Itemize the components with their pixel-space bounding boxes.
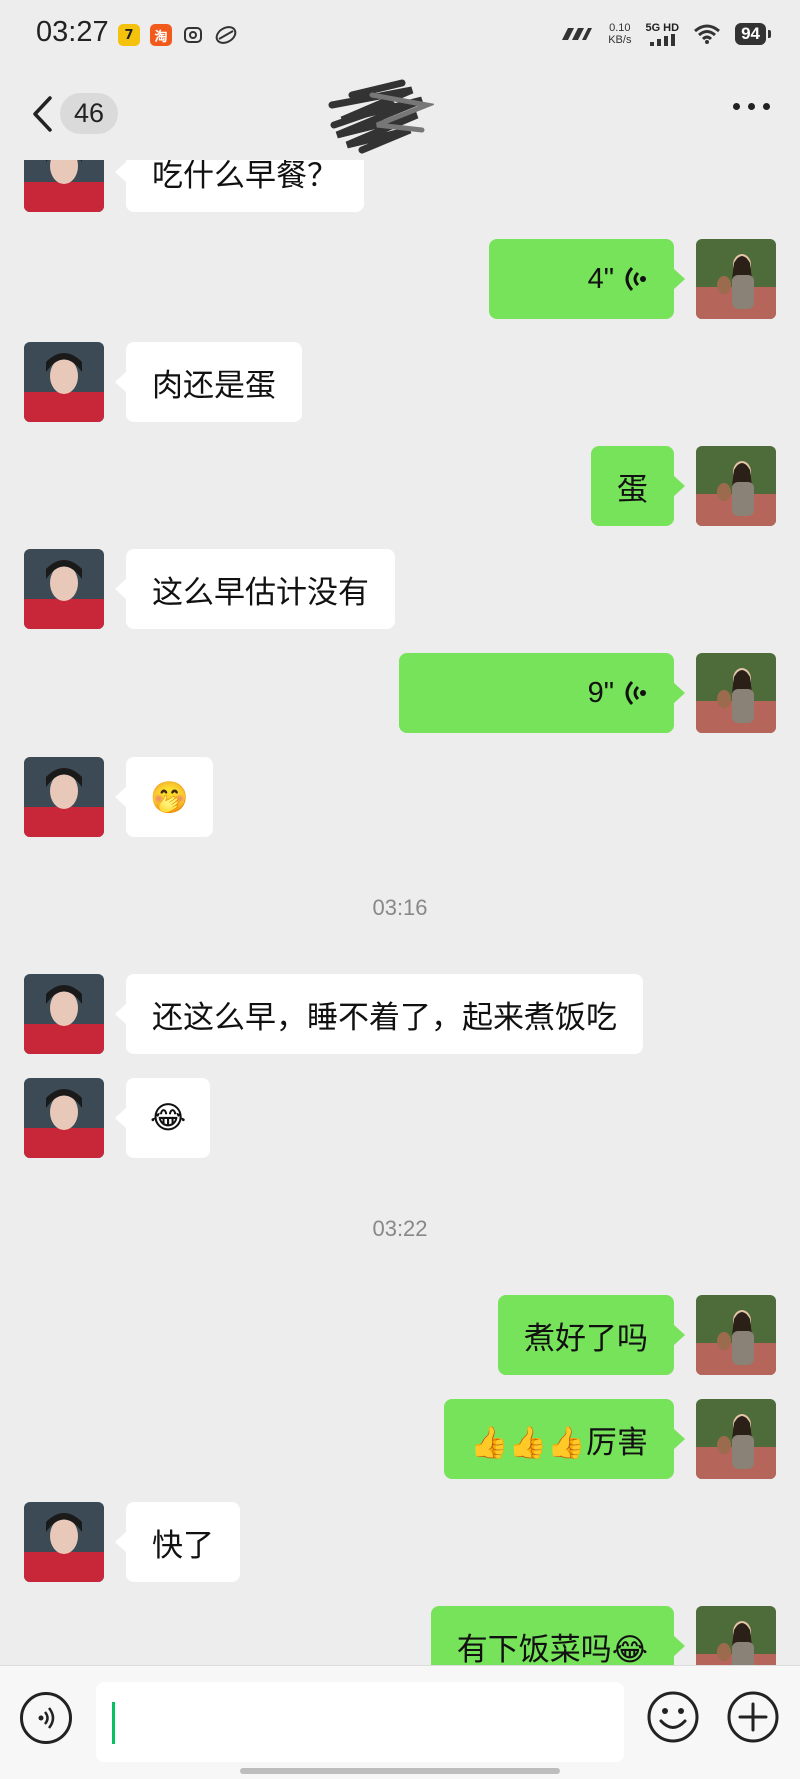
status-bar: 03:27 7 淘 0.10 KB/s 5G HD 94 [0, 0, 800, 75]
voice-wave-icon [625, 680, 646, 706]
voice-message-bubble[interactable]: 9" [399, 653, 685, 733]
message-bubble[interactable]: 蛋 [591, 446, 685, 526]
more-dots-icon [733, 103, 740, 110]
message-emoji: 🤭 [150, 779, 189, 816]
contact-avatar[interactable] [24, 342, 104, 422]
notification-icons: 7 淘 [118, 24, 238, 46]
network-type: 5G HD [645, 22, 680, 34]
message-text: 快了 [152, 1527, 214, 1564]
nfc-icon [562, 28, 593, 40]
message-text: 有下饭菜吗😂 [456, 1631, 648, 1666]
message-text: 这么早估计没有 [152, 574, 369, 611]
contact-avatar[interactable] [24, 549, 104, 629]
my-avatar[interactable] [696, 1295, 776, 1375]
signal-bars-icon [650, 34, 676, 46]
app-notification-icon: 7 [118, 24, 140, 46]
my-avatar[interactable] [696, 1399, 776, 1479]
more-dot [763, 103, 770, 110]
plus-icon[interactable] [726, 1690, 780, 1744]
home-indicator[interactable] [240, 1768, 560, 1774]
my-avatar[interactable] [696, 446, 776, 526]
my-avatar[interactable] [696, 653, 776, 733]
message-text: 蛋 [617, 471, 648, 508]
net-speed-value: 0.10 [609, 22, 631, 34]
voice-input-button[interactable] [20, 1692, 72, 1744]
message-emoji: 😂 [150, 1100, 187, 1136]
contact-avatar[interactable] [24, 974, 104, 1054]
chat-timestamp: 03:16 [372, 895, 428, 920]
text-cursor [112, 1702, 115, 1744]
voice-duration: 4" [587, 262, 614, 295]
voice-wave-icon [625, 266, 646, 292]
message-text-input[interactable] [96, 1682, 624, 1762]
contact-avatar[interactable] [24, 1502, 104, 1582]
message-bubble[interactable]: 煮好了吗 [498, 1295, 685, 1375]
back-button[interactable]: 46 [30, 93, 119, 134]
net-speed: 0.10 KB/s [608, 22, 631, 46]
battery-indicator: 94 [735, 23, 771, 45]
chat-message-list[interactable]: 吃什么早餐？ 4" 肉还是蛋 蛋 这么早估计没有 9" 🤭 03:16 还这么早… [0, 160, 800, 1665]
voice-message-bubble[interactable]: 4" [489, 239, 685, 319]
contact-avatar[interactable] [24, 1078, 104, 1158]
browser-notification-icon [215, 26, 237, 44]
message-bubble[interactable]: 😂 [114, 1078, 211, 1158]
message-bubble[interactable]: 这么早估计没有 [115, 549, 395, 629]
redacted-contact-name [328, 79, 434, 154]
message-bubble[interactable]: 快了 [115, 1502, 240, 1582]
chat-timestamp: 03:22 [372, 1216, 428, 1241]
message-text: 吃什么早餐？ [152, 160, 338, 194]
app-notification-icon: 淘 [150, 24, 172, 46]
emoji-icon[interactable] [646, 1690, 700, 1744]
status-time: 03:27 [36, 16, 109, 48]
voice-icon [38, 1707, 55, 1729]
contact-avatar[interactable] [24, 757, 104, 837]
my-avatar[interactable] [696, 1606, 776, 1665]
message-bubble[interactable]: 👍👍👍厉害 [444, 1399, 685, 1479]
message-input-bar [0, 1665, 800, 1779]
message-bubble[interactable]: 有下饭菜吗😂 [430, 1606, 686, 1666]
message-text: 煮好了吗 [524, 1320, 648, 1357]
status-indicators: 0.10 KB/s 5G HD 94 [558, 22, 771, 46]
message-bubble[interactable]: 吃什么早餐？ [115, 160, 364, 212]
cellular-signal: 5G HD [645, 22, 679, 46]
unread-count-badge: 46 [60, 93, 119, 134]
message-bubble[interactable]: 肉还是蛋 [115, 342, 302, 422]
more-options-button[interactable] [733, 103, 770, 110]
chevron-left-icon [33, 95, 52, 132]
message-bubble[interactable]: 🤭 [115, 757, 213, 837]
my-avatar[interactable] [696, 239, 776, 319]
voice-duration: 9" [587, 676, 614, 709]
message-text: 👍👍👍厉害 [470, 1424, 648, 1461]
message-text: 肉还是蛋 [152, 367, 276, 404]
message-text: 还这么早，睡不着了，起来煮饭吃 [152, 999, 617, 1036]
chat-header: 46 [0, 75, 800, 160]
more-dot [748, 103, 755, 110]
camera-notification-icon [184, 27, 202, 43]
contact-avatar[interactable] [24, 160, 104, 212]
wifi-icon [694, 24, 721, 44]
message-bubble[interactable]: 还这么早，睡不着了，起来煮饭吃 [115, 974, 643, 1054]
net-speed-unit: KB/s [608, 34, 632, 46]
